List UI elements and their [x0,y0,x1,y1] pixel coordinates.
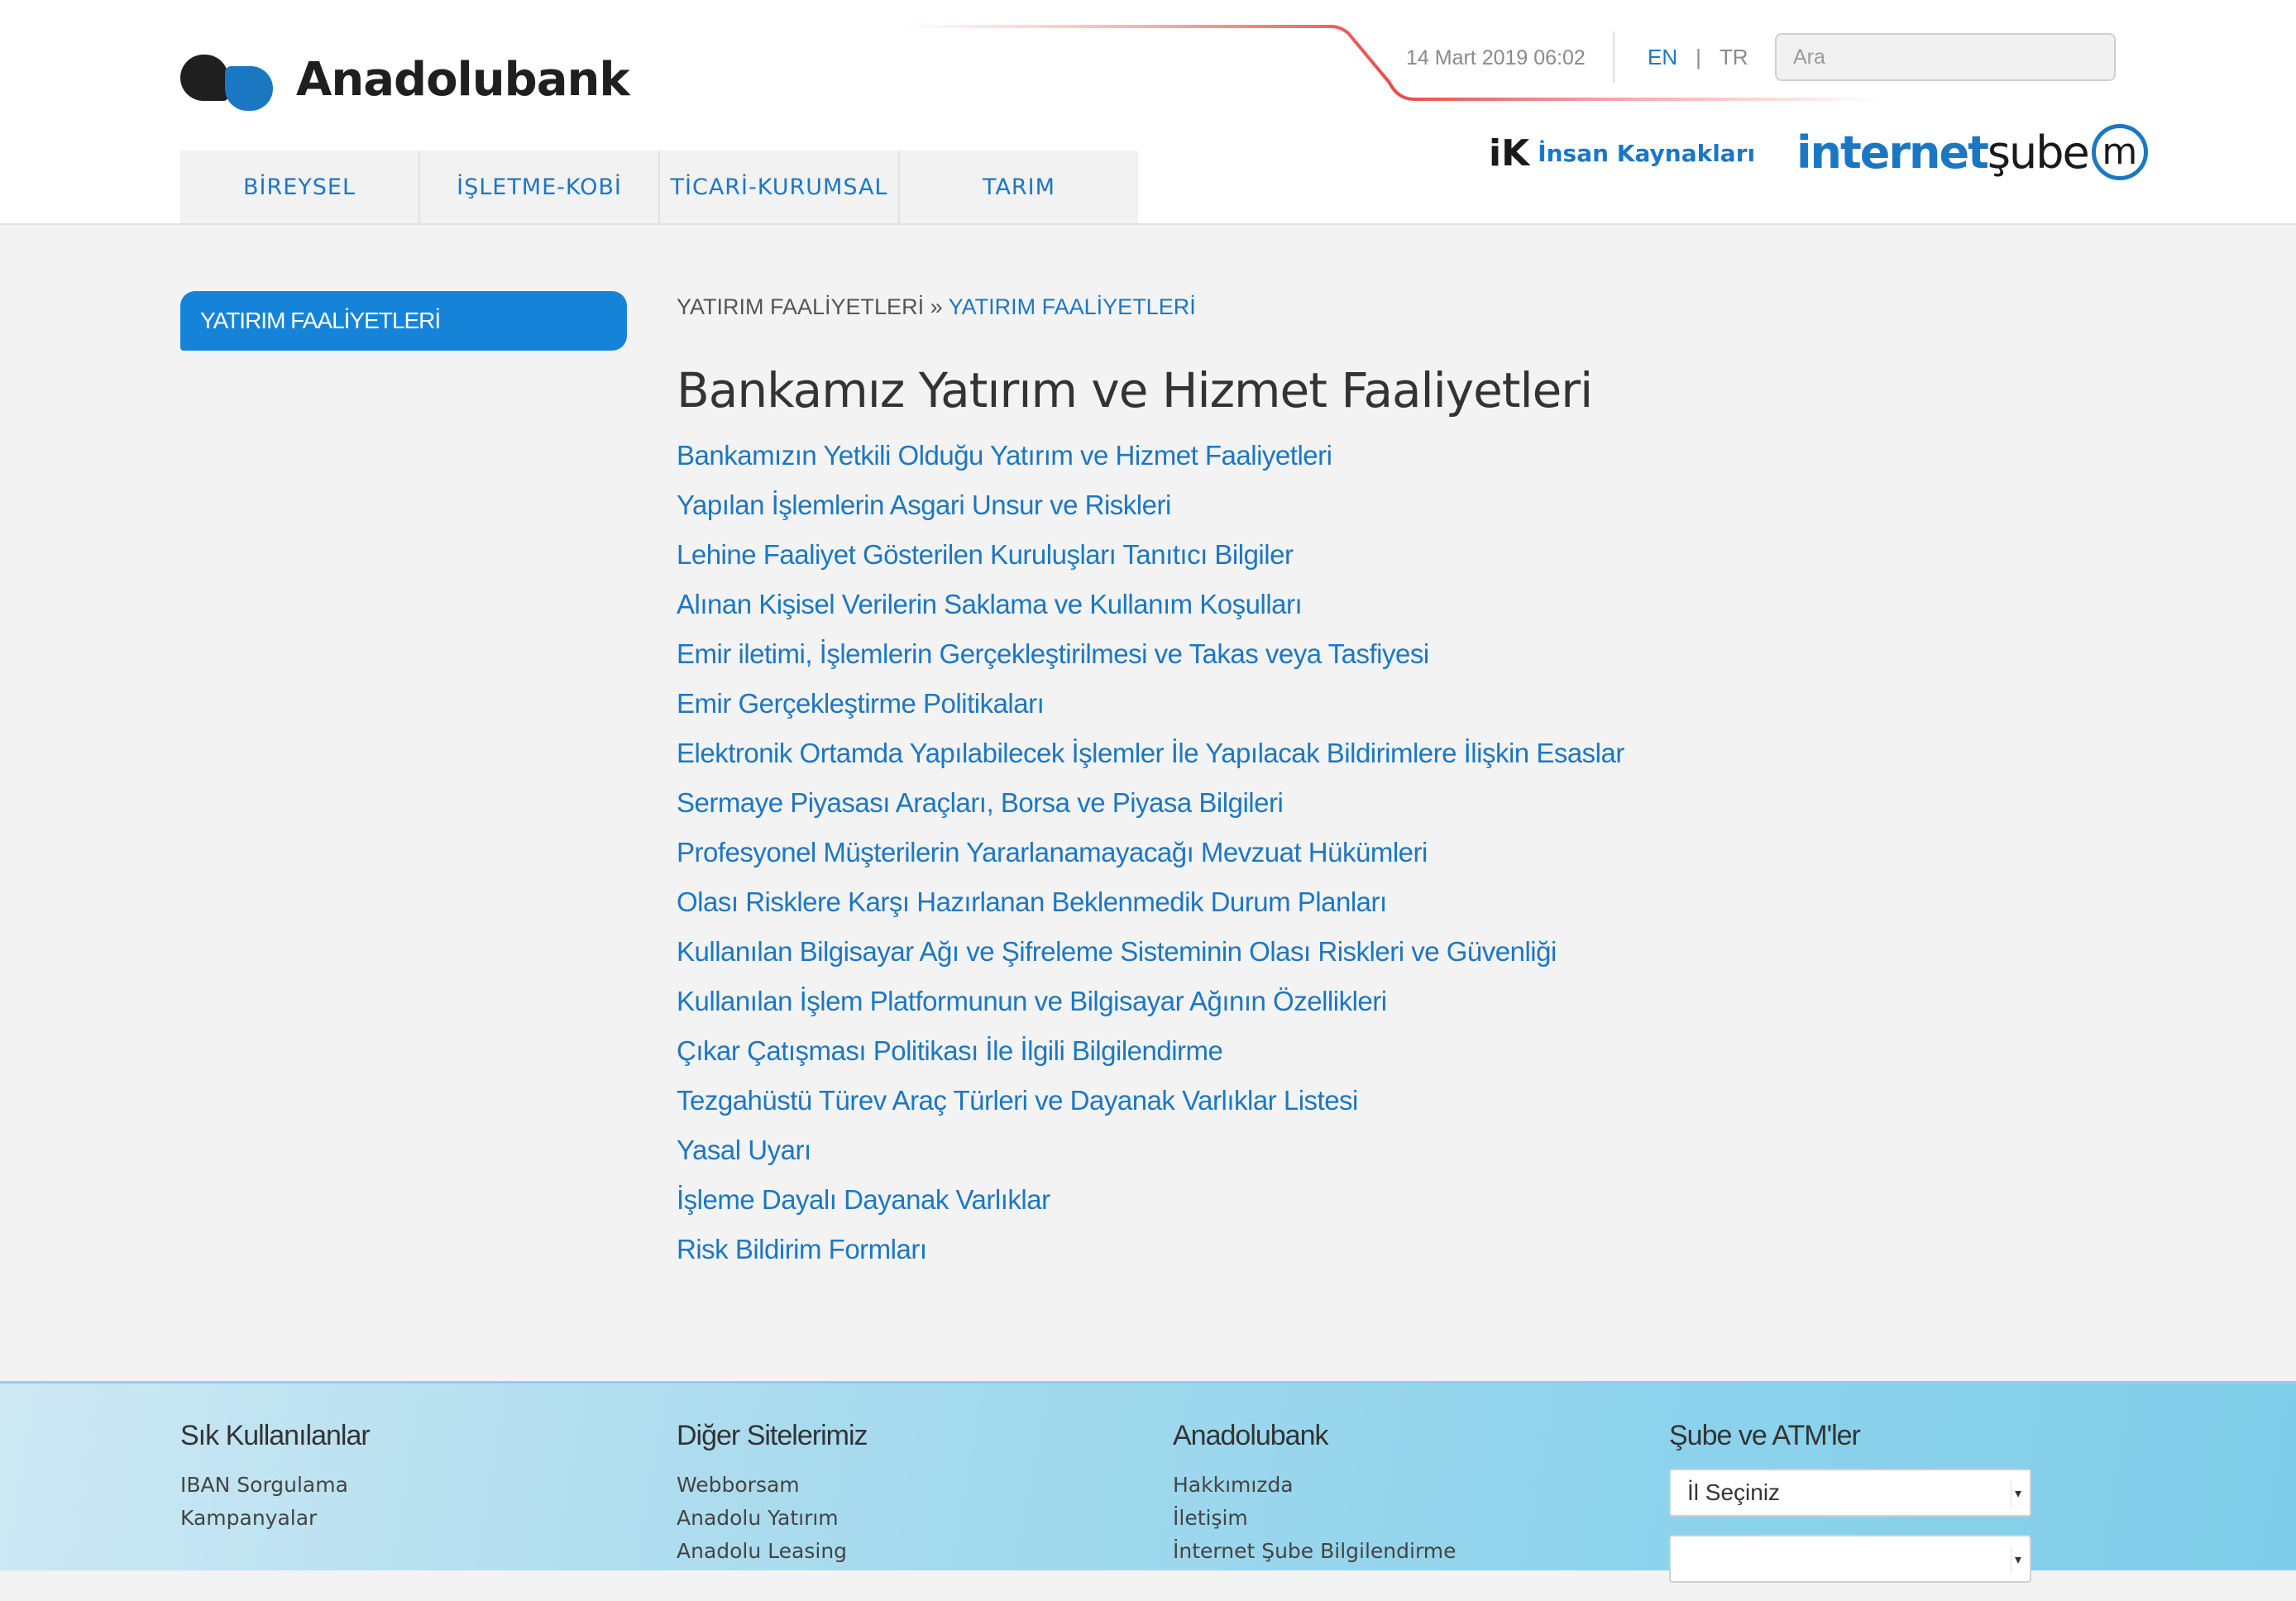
sidebar-item-yatirim-faaliyetleri[interactable]: YATIRIM FAALİYETLERİ [180,291,627,351]
list-item: Emir iletimi, İşlemlerin Gerçekleştirilm… [677,638,1624,688]
list-item: Tezgahüstü Türev Araç Türleri ve Dayanak… [677,1085,1624,1135]
footer-col-anadolubank: Anadolubank Hakkımızda İletişim İnternet… [1173,1420,1457,1568]
site-header: Anadolubank 14 Mart 2019 06:02 EN | TR i… [0,0,2296,225]
tab-ticari-kurumsal[interactable]: TİCARİ-KURUMSAL [660,151,900,223]
lang-separator: | [1696,45,1701,69]
activity-link[interactable]: Yapılan İşlemlerin Asgari Unsur ve Riskl… [677,490,1171,520]
footer-col-diger-sitelerimiz: Diğer Sitelerimiz Webborsam Anadolu Yatı… [677,1420,868,1568]
list-item: Çıkar Çatışması Politikası İle İlgili Bi… [677,1035,1624,1085]
search-input[interactable] [1775,33,2116,81]
chevron-down-icon: ▾ [2011,1546,2025,1573]
list-item: İşleme Dayalı Dayanak Varlıklar [677,1184,1624,1234]
list-item: Yasal Uyarı [677,1135,1624,1184]
activity-link[interactable]: Kullanılan Bilgisayar Ağı ve Şifreleme S… [677,936,1557,967]
activity-link[interactable]: Çıkar Çatışması Politikası İle İlgili Bi… [677,1035,1223,1066]
list-item: Profesyonel Müşterilerin Yararlanamayaca… [677,837,1624,887]
footer-link-webborsam[interactable]: Webborsam [677,1469,868,1502]
breadcrumb: YATIRIM FAALİYETLERİ » YATIRIM FAALİYETL… [677,294,1196,320]
activity-link[interactable]: Yasal Uyarı [677,1135,811,1165]
main-navigation: BİREYSEL İŞLETME-KOBİ TİCARİ-KURUMSAL TA… [180,151,1138,223]
footer-link-hakkimizda[interactable]: Hakkımızda [1173,1469,1457,1502]
footer-link-iletisim[interactable]: İletişim [1173,1502,1457,1535]
activity-link[interactable]: Alınan Kişisel Verilerin Saklama ve Kull… [677,589,1303,619]
internet-sube-link[interactable]: internet şube m [1796,124,2148,180]
lang-en-link[interactable]: EN [1648,45,1677,70]
footer-link-kampanyalar[interactable]: Kampanyalar [180,1502,370,1535]
footer-link-iban[interactable]: IBAN Sorgulama [180,1469,370,1502]
activity-link[interactable]: Tezgahüstü Türev Araç Türleri ve Dayanak… [677,1085,1358,1116]
footer-link-anadolu-leasing[interactable]: Anadolu Leasing [677,1535,868,1568]
anadolubank-logo[interactable]: Anadolubank [180,48,630,111]
list-item: Bankamızın Yetkili Olduğu Yatırım ve Hiz… [677,440,1624,490]
city-select[interactable]: İl Seçiniz ▾ [1669,1469,2031,1517]
footer-col-title: Şube ve ATM'ler [1669,1420,1861,1451]
city-select-value: İl Seçiniz [1687,1479,1781,1505]
language-switcher: EN | TR [1648,45,1748,70]
activity-link[interactable]: Emir iletimi, İşlemlerin Gerçekleştirilm… [677,638,1429,669]
footer-col-sube-atm: Şube ve ATM'ler İl Seçiniz ▾ ▾ [1669,1420,2031,1601]
footer-col-title: Sık Kullanılanlar [180,1420,371,1451]
footer-col-title: Anadolubank [1173,1420,1329,1451]
list-item: Sermaye Piyasası Araçları, Borsa ve Piya… [677,787,1624,837]
logo-mark-icon [180,48,278,111]
breadcrumb-current[interactable]: YATIRIM FAALİYETLERİ [949,294,1196,319]
activity-link[interactable]: Elektronik Ortamda Yapılabilecek İşlemle… [677,738,1624,768]
activity-link[interactable]: Lehine Faaliyet Gösterilen Kuruluşları T… [677,539,1294,570]
list-item: Yapılan İşlemlerin Asgari Unsur ve Riskl… [677,490,1624,539]
activity-link[interactable]: Risk Bildirim Formları [677,1234,927,1264]
district-select[interactable]: ▾ [1669,1535,2031,1583]
footer-link-internet-sube-bilgilendirme[interactable]: İnternet Şube Bilgilendirme [1173,1535,1457,1568]
list-item: Alınan Kişisel Verilerin Saklama ve Kull… [677,589,1624,638]
list-item: Kullanılan Bilgisayar Ağı ve Şifreleme S… [677,936,1624,986]
list-item: Olası Risklere Karşı Hazırlanan Beklenme… [677,887,1624,936]
page-title: Bankamız Yatırım ve Hizmet Faaliyetleri [677,362,1593,418]
activity-link[interactable]: Bankamızın Yetkili Olduğu Yatırım ve Hiz… [677,440,1332,471]
activity-link[interactable]: Olası Risklere Karşı Hazırlanan Beklenme… [677,887,1387,917]
internet-sube-text-1: internet [1796,126,1989,179]
tab-bireysel[interactable]: BİREYSEL [180,151,420,223]
mobile-m-icon: m [2091,124,2148,180]
breadcrumb-separator: » [930,294,943,319]
ik-logo-icon: iK [1489,132,1530,174]
list-item: Emir Gerçekleştirme Politikaları [677,688,1624,738]
insan-kaynaklari-link[interactable]: iK İnsan Kaynakları [1489,132,1755,174]
activity-link[interactable]: İşleme Dayalı Dayanak Varlıklar [677,1184,1050,1215]
lang-tr-link[interactable]: TR [1720,45,1748,70]
site-footer: Sık Kullanılanlar IBAN Sorgulama Kampany… [0,1381,2296,1583]
list-item: Elektronik Ortamda Yapılabilecek İşlemle… [677,738,1624,787]
list-item: Kullanılan İşlem Platformunun ve Bilgisa… [677,986,1624,1035]
footer-col-title: Diğer Sitelerimiz [677,1420,868,1451]
internet-sube-text-2: şube [1987,126,2090,179]
footer-col-sik-kullanilanlar: Sık Kullanılanlar IBAN Sorgulama Kampany… [180,1420,371,1535]
tab-tarim[interactable]: TARIM [900,151,1138,223]
activity-link-list: Bankamızın Yetkili Olduğu Yatırım ve Hiz… [677,440,1624,1283]
logo-text: Anadolubank [296,52,630,107]
list-item: Risk Bildirim Formları [677,1234,1624,1283]
ik-label: İnsan Kaynakları [1538,140,1756,167]
header-divider [1613,31,1614,83]
footer-link-anadolu-yatirim[interactable]: Anadolu Yatırım [677,1502,868,1535]
chevron-down-icon: ▾ [2011,1480,2025,1507]
activity-link[interactable]: Emir Gerçekleştirme Politikaları [677,688,1045,719]
list-item: Lehine Faaliyet Gösterilen Kuruluşları T… [677,539,1624,589]
header-date: 14 Mart 2019 06:02 [1406,46,1586,69]
tab-isletme-kobi[interactable]: İŞLETME-KOBİ [420,151,660,223]
activity-link[interactable]: Kullanılan İşlem Platformunun ve Bilgisa… [677,986,1387,1016]
activity-link[interactable]: Profesyonel Müşterilerin Yararlanamayaca… [677,837,1428,867]
activity-link[interactable]: Sermaye Piyasası Araçları, Borsa ve Piya… [677,787,1284,818]
breadcrumb-root: YATIRIM FAALİYETLERİ [677,294,925,319]
